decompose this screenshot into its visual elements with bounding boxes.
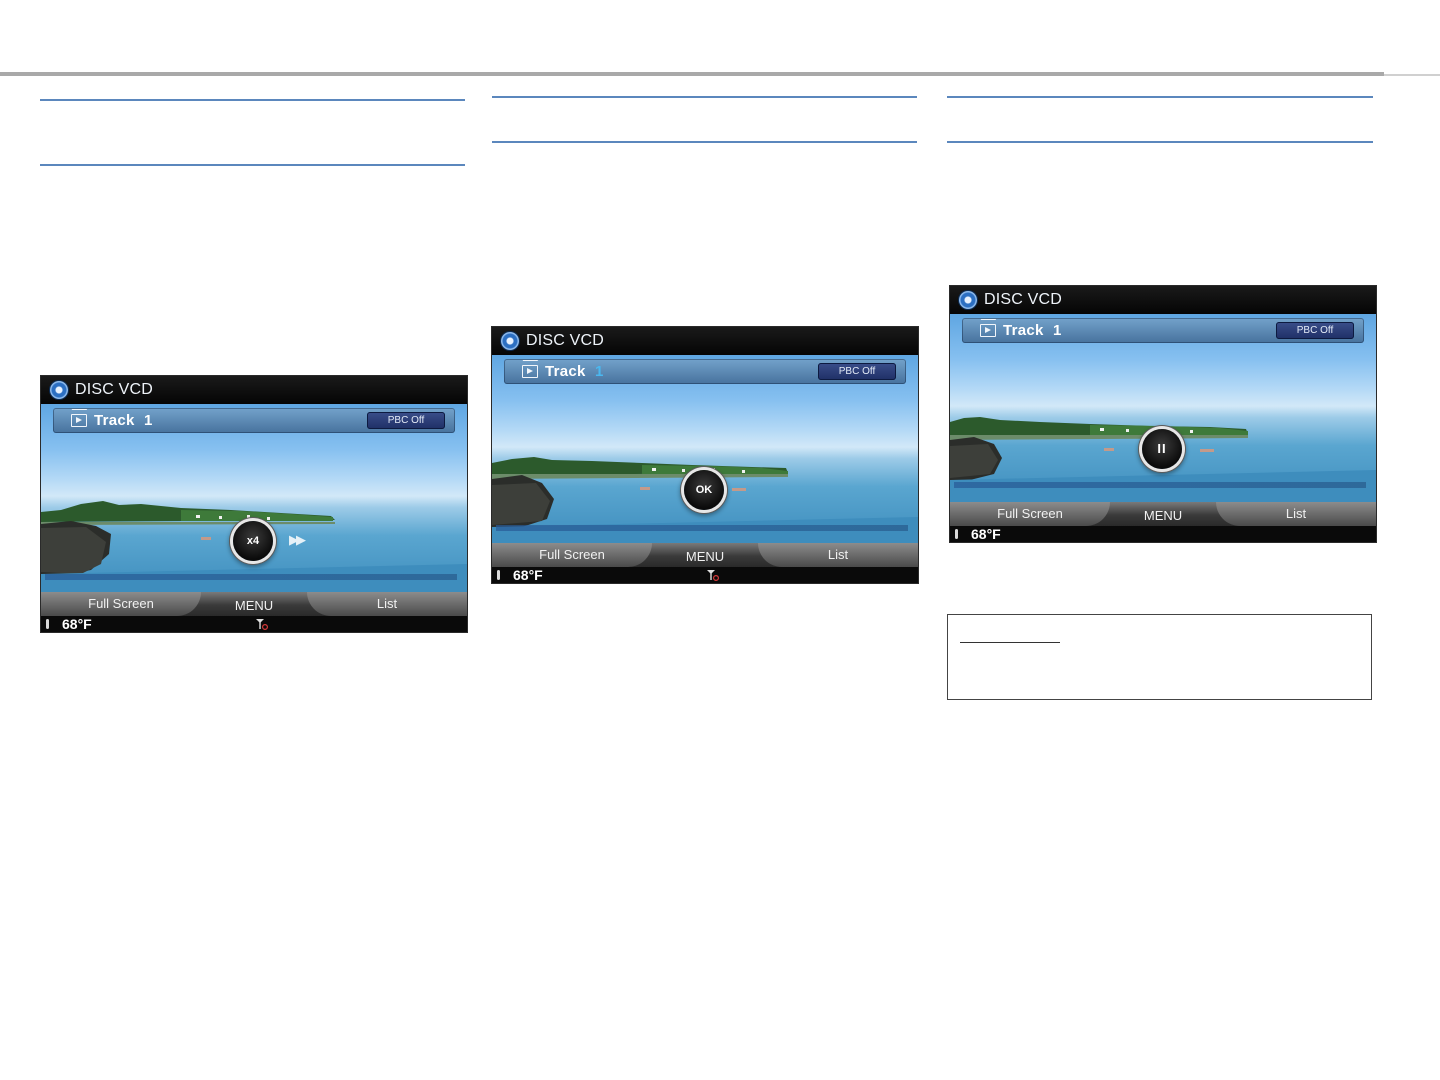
list-button[interactable]: List <box>307 592 467 616</box>
note-box <box>947 614 1372 700</box>
video-area[interactable]: Track 1 PBC Off OK <box>492 355 918 543</box>
track-label: Track <box>94 412 135 429</box>
list-button[interactable]: List <box>1216 502 1376 526</box>
track-label: Track <box>545 363 586 380</box>
screen-title-bar: DISC VCD <box>492 327 918 355</box>
list-button[interactable]: List <box>758 543 918 567</box>
track-number: 1 <box>595 363 604 380</box>
video-area[interactable]: Track 1 PBC Off II <box>950 314 1376 502</box>
bottom-menu-bar: Full Screen MENU List <box>41 592 467 616</box>
playback-progress-bar[interactable] <box>45 574 457 580</box>
column-2-top-rule <box>492 96 917 98</box>
thermometer-icon <box>955 529 958 539</box>
menu-button[interactable]: MENU <box>1110 504 1216 528</box>
bottom-menu-bar: Full Screen MENU List <box>492 543 918 567</box>
temperature-readout: 68°F <box>62 616 92 632</box>
track-label: Track <box>1003 322 1044 339</box>
screen-title-bar: DISC VCD <box>41 376 467 404</box>
disc-icon <box>959 291 977 309</box>
screen-title: DISC VCD <box>526 332 605 349</box>
fast-forward-icon: ▶▶ <box>289 532 306 547</box>
video-area[interactable]: Track 1 PBC Off x4 ▶▶ <box>41 404 467 592</box>
thermometer-icon <box>497 570 500 580</box>
page-header-rule <box>0 72 1384 76</box>
temperature-readout: 68°F <box>513 567 543 583</box>
full-screen-button[interactable]: Full Screen <box>950 502 1110 526</box>
pbc-button[interactable]: PBC Off <box>1276 322 1354 339</box>
signal-icon <box>707 570 719 581</box>
film-icon <box>522 365 538 378</box>
vcd-screen-paused: DISC VCD Track 1 PBC Off II Full Screen … <box>950 286 1376 542</box>
column-3-top-rule <box>947 96 1373 98</box>
playback-progress-bar[interactable] <box>496 525 908 531</box>
screen-title: DISC VCD <box>75 381 154 398</box>
pause-icon: II <box>1142 429 1182 469</box>
fast-forward-speed-indicator: x4 <box>233 521 273 561</box>
pbc-button[interactable]: PBC Off <box>367 412 445 429</box>
ok-indicator: OK <box>684 470 724 510</box>
column-2-bottom-rule <box>492 141 917 143</box>
menu-button[interactable]: MENU <box>652 545 758 569</box>
playback-progress-bar[interactable] <box>954 482 1366 488</box>
pbc-button[interactable]: PBC Off <box>818 363 896 380</box>
disc-icon <box>50 381 68 399</box>
track-bar: Track 1 PBC Off <box>53 408 455 433</box>
temperature-readout: 68°F <box>971 526 1001 542</box>
status-bar: 68°F <box>950 526 1376 542</box>
track-number: 1 <box>144 412 153 429</box>
note-heading-rule <box>960 642 1060 643</box>
full-screen-button[interactable]: Full Screen <box>41 592 201 616</box>
page-header-rule-tail <box>1384 74 1440 76</box>
disc-icon <box>501 332 519 350</box>
track-bar: Track 1 PBC Off <box>962 318 1364 343</box>
thermometer-icon <box>46 619 49 629</box>
signal-icon <box>256 619 268 630</box>
film-icon <box>71 414 87 427</box>
menu-button[interactable]: MENU <box>201 594 307 618</box>
column-1-bottom-rule <box>40 164 465 166</box>
vcd-screen-fast-forward: DISC VCD Track 1 PBC Off x4 ▶▶ Full Scre… <box>41 376 467 632</box>
screen-title-bar: DISC VCD <box>950 286 1376 314</box>
vcd-screen-ok: DISC VCD Track 1 PBC Off OK Full Screen … <box>492 327 918 583</box>
column-3-bottom-rule <box>947 141 1373 143</box>
status-bar: 68°F <box>41 616 467 632</box>
screen-title: DISC VCD <box>984 291 1063 308</box>
status-bar: 68°F <box>492 567 918 583</box>
track-number: 1 <box>1053 322 1062 339</box>
column-1-top-rule <box>40 99 465 101</box>
bottom-menu-bar: Full Screen MENU List <box>950 502 1376 526</box>
full-screen-button[interactable]: Full Screen <box>492 543 652 567</box>
track-bar: Track 1 PBC Off <box>504 359 906 384</box>
film-icon <box>980 324 996 337</box>
